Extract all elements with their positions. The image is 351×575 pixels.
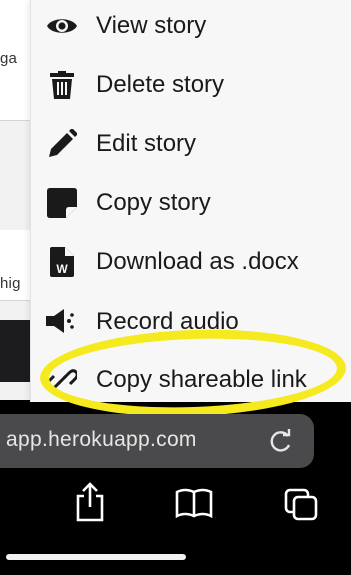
menu-item-download-docx[interactable]: W Download as .docx: [31, 234, 351, 290]
address-bar[interactable]: app.herokuapp.com: [0, 414, 314, 468]
word-doc-icon: W: [45, 245, 79, 279]
home-indicator: [6, 554, 186, 560]
bookmarks-icon[interactable]: [174, 482, 213, 522]
menu-item-label: Record audio: [96, 308, 239, 330]
pencil-icon: [45, 127, 79, 161]
svg-text:W: W: [56, 262, 68, 276]
menu-item-copy-story[interactable]: Copy story: [31, 175, 351, 231]
menu-item-delete-story[interactable]: Delete story: [31, 57, 351, 113]
menu-item-label: Delete story: [96, 71, 225, 98]
background-text-snippet: hig: [0, 275, 21, 292]
menu-item-label: Copy story: [96, 189, 211, 216]
eye-icon: [45, 9, 79, 43]
copy-note-icon: [45, 186, 79, 220]
speaker-icon: [45, 304, 79, 338]
url-text: app.herokuapp.com: [6, 428, 197, 451]
menu-item-label: Download as .docx: [96, 248, 299, 275]
menu-item-edit-story[interactable]: Edit story: [31, 116, 351, 172]
menu-item-label: Edit story: [96, 130, 197, 157]
background-dark-button: [0, 320, 30, 382]
share-icon[interactable]: [72, 482, 108, 522]
menu-item-view-story[interactable]: View story: [31, 0, 351, 54]
trash-icon: [45, 68, 79, 102]
menu-item-label: View story: [96, 12, 207, 39]
reload-icon[interactable]: [268, 428, 294, 454]
background-text-snippet: ga: [0, 50, 18, 67]
tabs-icon[interactable]: [284, 482, 320, 522]
